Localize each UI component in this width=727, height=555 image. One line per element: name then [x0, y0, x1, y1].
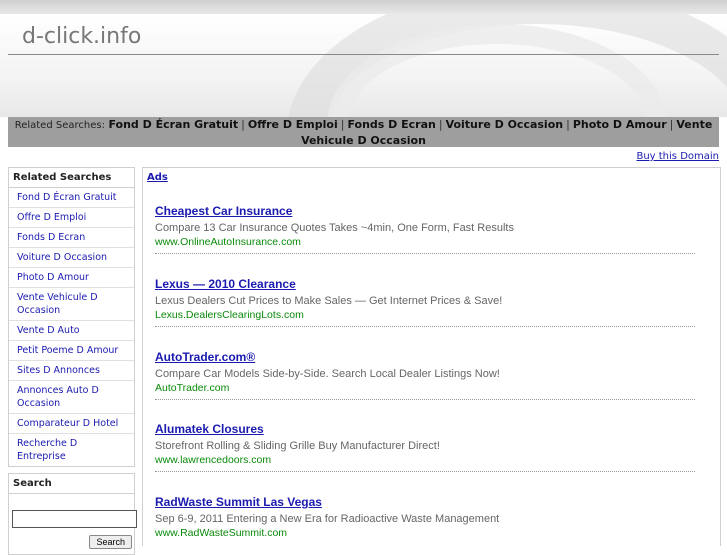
ad-item: Lexus — 2010 Clearance Lexus Dealers Cut…	[155, 273, 695, 321]
related-bar-item[interactable]: Photo D Amour	[573, 118, 667, 131]
ad-divider	[155, 399, 695, 400]
ad-url[interactable]: AutoTrader.com	[155, 382, 695, 394]
sidebar-item[interactable]: Vente D Auto	[9, 321, 134, 341]
sidebar-item[interactable]: Petit Poeme D Amour	[9, 341, 134, 361]
search-heading: Search	[9, 474, 134, 494]
ad-description: Sep 6-9, 2011 Entering a New Era for Rad…	[155, 513, 500, 525]
ad-description: Compare Car Models Side-by-Side. Search …	[155, 368, 500, 380]
buy-domain-link[interactable]: Buy this Domain	[636, 151, 719, 162]
ad-title-link[interactable]: Lexus — 2010 Clearance	[155, 277, 296, 291]
ad-url[interactable]: www.OnlineAutoInsurance.com	[155, 236, 695, 248]
search-input[interactable]	[12, 510, 137, 528]
ad-divider	[155, 471, 695, 472]
sidebar-item[interactable]: Annonces Auto D Occasion	[9, 381, 134, 414]
ad-url[interactable]: Lexus.DealersClearingLots.com	[155, 309, 695, 321]
ad-title-link[interactable]: RadWaste Summit Las Vegas	[155, 495, 322, 509]
sidebar-item[interactable]: Sites D Annonces	[9, 361, 134, 381]
ad-divider	[155, 326, 695, 327]
related-bar-item[interactable]: Voiture D Occasion	[446, 118, 564, 131]
sidebar-item[interactable]: Photo D Amour	[9, 268, 134, 288]
ad-item: RadWaste Summit Las Vegas Sep 6-9, 2011 …	[155, 491, 695, 539]
ad-item: Cheapest Car Insurance Compare 13 Car In…	[155, 200, 695, 248]
title-divider	[8, 54, 719, 55]
ad-description: Storefront Rolling & Sliding Grille Buy …	[155, 440, 440, 452]
sidebar: Related Searches Fond D Écran Gratuit Of…	[8, 167, 137, 555]
ads-label[interactable]: Ads	[147, 172, 168, 183]
related-searches-box: Related Searches Fond D Écran Gratuit Of…	[8, 167, 135, 467]
ad-description: Compare 13 Car Insurance Quotes Takes ~4…	[155, 222, 514, 234]
ad-title-link[interactable]: AutoTrader.com®	[155, 350, 255, 364]
top-strip	[0, 0, 727, 14]
related-bar-item[interactable]: Fond D Écran Gratuit	[108, 118, 238, 131]
ad-divider	[155, 253, 695, 254]
related-bar-item[interactable]: Fonds D Ecran	[347, 118, 435, 131]
ad-url[interactable]: www.RadWasteSummit.com	[155, 527, 695, 539]
sidebar-item[interactable]: Vente Vehicule D Occasion	[9, 288, 134, 321]
ad-url[interactable]: www.lawrencedoors.com	[155, 454, 695, 466]
sidebar-item[interactable]: Fond D Écran Gratuit	[9, 188, 134, 208]
sidebar-item[interactable]: Voiture D Occasion	[9, 248, 134, 268]
search-box: Search Search	[8, 473, 137, 555]
ad-description: Lexus Dealers Cut Prices to Make Sales —…	[155, 295, 503, 307]
related-searches-bar: Related Searches: Fond D Écran Gratuit | O…	[8, 117, 719, 147]
sidebar-item[interactable]: Offre D Emploi	[9, 208, 134, 228]
sidebar-item[interactable]: Recherche D Entreprise	[9, 434, 134, 466]
related-bar-item[interactable]: Offre D Emploi	[248, 118, 338, 131]
site-title: d-click.info	[22, 24, 142, 49]
sidebar-heading: Related Searches	[9, 168, 134, 188]
search-button[interactable]: Search	[89, 535, 132, 549]
ad-title-link[interactable]: Alumatek Closures	[155, 422, 264, 436]
related-bar-label: Related Searches:	[14, 120, 105, 131]
ad-item: Alumatek Closures Storefront Rolling & S…	[155, 418, 695, 466]
header-banner: d-click.info	[0, 14, 727, 117]
sidebar-item[interactable]: Fonds D Ecran	[9, 228, 134, 248]
ad-item: AutoTrader.com® Compare Car Models Side-…	[155, 346, 695, 394]
ads-panel: Ads Cheapest Car Insurance Compare 13 Ca…	[142, 167, 721, 546]
ad-title-link[interactable]: Cheapest Car Insurance	[155, 204, 292, 218]
sidebar-item[interactable]: Comparateur D Hotel	[9, 414, 134, 434]
